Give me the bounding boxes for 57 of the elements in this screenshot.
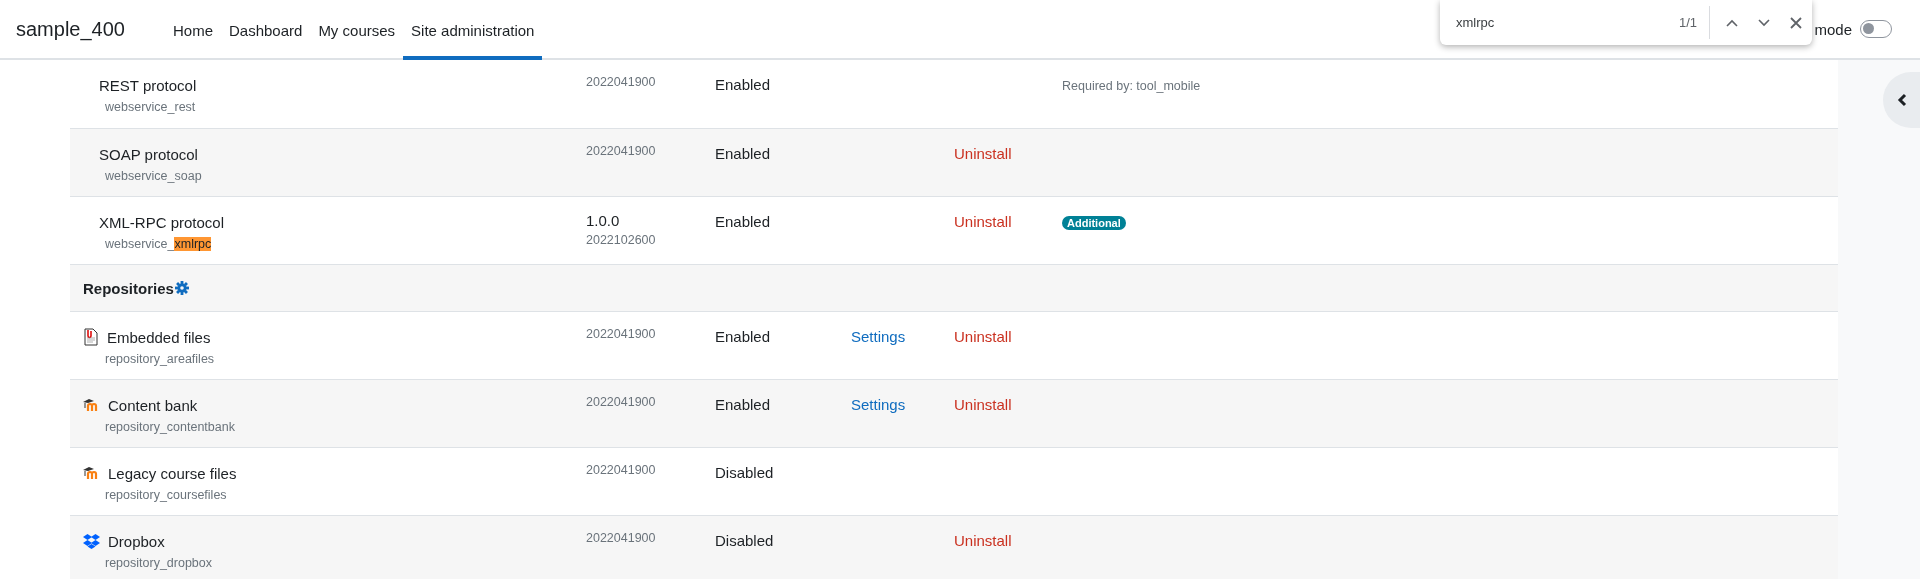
plugin-name: Legacy course files: [108, 464, 237, 482]
edit-mode-toggle[interactable]: [1860, 20, 1892, 38]
plugin-name: SOAP protocol: [99, 145, 198, 163]
nav-tab[interactable]: Dashboard: [221, 0, 311, 60]
plugin-name: Embedded files: [107, 328, 211, 346]
nav-tab[interactable]: Site administration: [403, 0, 543, 60]
moodle-logo-icon: [83, 466, 100, 480]
component-name: repository_dropbox: [105, 556, 212, 570]
section-title: Repositories: [83, 279, 174, 297]
uninstall-link[interactable]: Uninstall: [954, 213, 1012, 230]
version-text: 2022041900: [586, 327, 657, 341]
component-name: repository_contentbank: [105, 420, 235, 434]
plugin-name: Content bank: [108, 396, 198, 414]
nav-tab[interactable]: Home: [164, 0, 221, 60]
status-text: Enabled: [715, 396, 771, 413]
version-text: 2022041900: [586, 463, 657, 477]
nav-tab[interactable]: My courses: [310, 0, 404, 60]
version-text: 2022041900: [586, 144, 657, 158]
dropbox-icon: [83, 533, 100, 549]
close-icon: [1790, 16, 1802, 29]
document-icon: [83, 328, 99, 346]
component-name: repository_areafiles: [105, 352, 215, 366]
status-text: Enabled: [715, 328, 771, 345]
version-text: 2022041900: [586, 75, 657, 89]
status-text: Enabled: [715, 145, 771, 162]
status-text: Enabled: [715, 76, 771, 93]
match-count: 1/1: [1678, 15, 1697, 30]
chevron-up-icon: [1726, 18, 1738, 27]
settings-link[interactable]: Settings: [851, 396, 906, 413]
uninstall-link[interactable]: Uninstall: [954, 328, 1012, 345]
chevron-down-icon: [1758, 18, 1770, 27]
chevron-left-icon: [1896, 93, 1907, 107]
component-name: webservice_rest: [105, 100, 196, 114]
edit-mode-label: mode: [1814, 20, 1852, 38]
dependency-note: Required by: tool_mobile: [1062, 79, 1201, 93]
site-name[interactable]: sample_400: [16, 17, 125, 41]
settings-link[interactable]: Settings: [851, 328, 906, 345]
version-text: 2022041900: [586, 531, 657, 545]
plugin-name: XML-RPC protocol: [99, 213, 225, 231]
status-text: Disabled: [715, 464, 774, 481]
uninstall-link[interactable]: Uninstall: [954, 396, 1012, 413]
component-name: webservice_soap: [105, 169, 202, 183]
search-highlight: xmlrpc: [174, 237, 212, 251]
status-text: Disabled: [715, 532, 774, 549]
uninstall-link[interactable]: Uninstall: [954, 145, 1012, 162]
moodle-logo-icon: [83, 398, 100, 412]
settings-icon[interactable]: [174, 281, 189, 295]
find-input[interactable]: xmlrpc: [1456, 15, 1671, 30]
uninstall-link[interactable]: Uninstall: [954, 532, 1012, 549]
plugin-name: REST protocol: [99, 76, 197, 94]
status-text: Enabled: [715, 213, 771, 230]
version-text: 2022041900: [586, 395, 657, 409]
component-name: repository_coursefiles: [105, 488, 227, 502]
plugin-name: Dropbox: [108, 532, 165, 550]
additional-badge: Additional: [1062, 216, 1126, 230]
release-text: 1.0.0: [586, 212, 621, 229]
version-text: 2022102600: [586, 233, 657, 247]
